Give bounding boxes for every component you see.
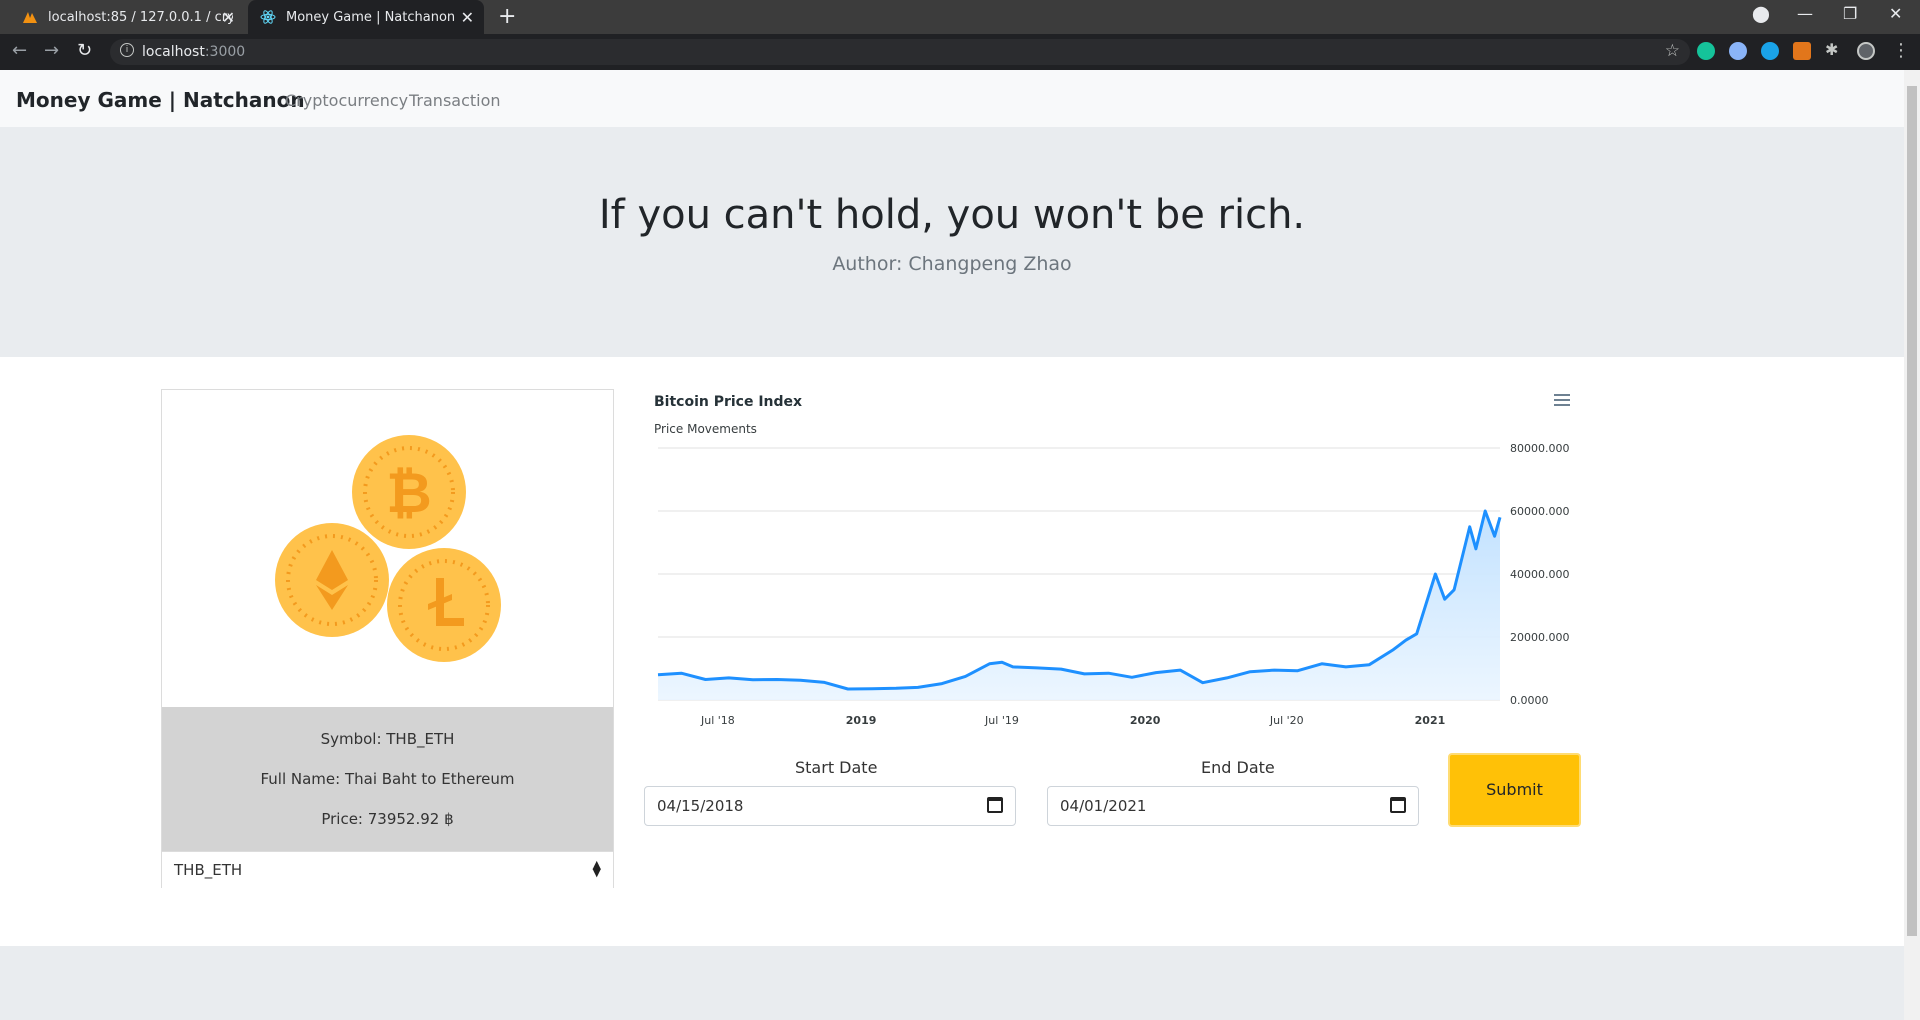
- coin-price: Price: 73952.92 ฿: [321, 810, 454, 828]
- y-tick-label: 40000.0000: [1510, 568, 1570, 581]
- nav-link-transaction[interactable]: Transaction: [409, 91, 501, 110]
- calendar-icon[interactable]: [1390, 797, 1406, 813]
- start-date-value: 04/15/2018: [657, 797, 744, 815]
- grammarly-icon[interactable]: [1697, 42, 1715, 60]
- calendar-icon[interactable]: [987, 797, 1003, 813]
- chart-menu-icon[interactable]: [1554, 394, 1570, 406]
- chart-title: Bitcoin Price Index: [654, 394, 803, 410]
- select-arrows-icon: ▲ ▼: [592, 858, 601, 879]
- x-tick-label: 2021: [1415, 714, 1446, 727]
- back-icon[interactable]: ←: [12, 40, 27, 61]
- extensions-puzzle-icon[interactable]: ✱: [1825, 40, 1843, 59]
- address-url: localhost:3000: [142, 44, 246, 60]
- y-tick-label: 80000.0000: [1510, 442, 1570, 455]
- reload-icon[interactable]: ↻: [77, 40, 92, 61]
- site-info-icon[interactable]: i: [120, 43, 134, 57]
- coin-symbol: Symbol: THB_ETH: [320, 730, 455, 748]
- kebab-menu-icon[interactable]: ⋮: [1892, 40, 1910, 61]
- bitcoin-coin-icon: ₿: [352, 435, 466, 549]
- y-tick-label: 60000.0000: [1510, 505, 1570, 518]
- ethereum-coin-icon: [275, 523, 389, 637]
- y-tick-label: 20000.0000: [1510, 631, 1570, 644]
- avatar[interactable]: [1857, 42, 1875, 60]
- chart-subtitle: Price Movements: [654, 422, 757, 436]
- quote-author: Author: Changpeng Zhao: [832, 253, 1072, 275]
- browser-toolbar: ← → ↻ i localhost:3000 ☆ ✱ ⋮: [0, 34, 1920, 70]
- x-tick-label: Jul '20: [1269, 714, 1304, 727]
- browser-tab-title: localhost:85 / 127.0.0.1 / cryptoc: [48, 9, 233, 25]
- profile-menu-icon[interactable]: ⬤: [1752, 4, 1770, 23]
- extension-icon[interactable]: [1729, 42, 1747, 60]
- browser-tab-title: Money Game | Natchanon: [286, 9, 456, 25]
- x-tick-label: Jul '19: [984, 714, 1019, 727]
- coin-info: Symbol: THB_ETH Full Name: Thai Baht to …: [162, 707, 613, 851]
- quote-heading: If you can't hold, you won't be rich.: [598, 192, 1306, 238]
- close-icon[interactable]: ✕: [222, 8, 235, 27]
- browser-tab-active[interactable]: Money Game | Natchanon ✕: [248, 0, 484, 34]
- price-chart: 0.0000 20000.0000 40000.0000 60000.0000 8000…: [657, 442, 1570, 727]
- end-date-label: End Date: [1201, 758, 1275, 777]
- litecoin-coin-icon: [387, 548, 501, 662]
- close-icon[interactable]: ✕: [461, 8, 474, 27]
- x-tick-label: 2020: [1130, 714, 1161, 727]
- address-bar[interactable]: i localhost:3000 ☆: [110, 39, 1690, 65]
- jumbotron: If you can't hold, you won't be rich. Au…: [0, 127, 1904, 357]
- coin-full-name: Full Name: Thai Baht to Ethereum: [260, 770, 515, 788]
- new-tab-icon[interactable]: +: [498, 4, 516, 29]
- bookmark-star-icon[interactable]: ☆: [1665, 41, 1680, 61]
- minimize-icon[interactable]: —: [1797, 4, 1813, 23]
- page-viewport: Money Game | Natchanon Cryptocurrency Tr…: [0, 70, 1904, 1020]
- submit-button[interactable]: Submit: [1448, 753, 1581, 827]
- start-date-label: Start Date: [795, 758, 878, 777]
- coin-card: ₿ Symbol: THB_ETH Full Name: Thai Baht t…: [161, 389, 614, 888]
- end-date-input[interactable]: 04/01/2021: [1047, 786, 1419, 826]
- end-date-value: 04/01/2021: [1060, 797, 1147, 815]
- footer: [0, 946, 1904, 1020]
- coin-select-value: THB_ETH: [174, 861, 243, 879]
- forward-icon[interactable]: →: [44, 40, 59, 61]
- brand[interactable]: Money Game | Natchanon: [16, 88, 305, 112]
- react-icon: [260, 9, 276, 25]
- svg-text:₿: ₿: [386, 461, 432, 526]
- extension-icon[interactable]: [1761, 42, 1779, 60]
- window-close-icon[interactable]: ✕: [1889, 4, 1902, 23]
- x-tick-label: Jul '18: [700, 714, 735, 727]
- restore-icon[interactable]: ❐: [1843, 4, 1857, 23]
- navbar: Money Game | Natchanon Cryptocurrency Tr…: [0, 70, 1904, 127]
- coin-select[interactable]: THB_ETH ▲ ▼: [162, 851, 613, 888]
- start-date-input[interactable]: 04/15/2018: [644, 786, 1016, 826]
- page-scrollbar[interactable]: [1904, 70, 1920, 1020]
- metamask-icon[interactable]: [1793, 42, 1811, 60]
- nav-link-cryptocurrency[interactable]: Cryptocurrency: [285, 91, 408, 110]
- phpmyadmin-icon: [22, 9, 38, 25]
- crypto-coins-image: ₿: [162, 390, 613, 707]
- y-tick-label: 0.0000: [1510, 694, 1549, 707]
- scrollbar-thumb[interactable]: [1907, 86, 1917, 936]
- x-tick-label: 2019: [846, 714, 877, 727]
- browser-tab[interactable]: localhost:85 / 127.0.0.1 / cryptoc ✕: [10, 0, 245, 34]
- series-line: [657, 509, 1502, 691]
- browser-tab-bar: localhost:85 / 127.0.0.1 / cryptoc ✕ Mon…: [0, 0, 1920, 34]
